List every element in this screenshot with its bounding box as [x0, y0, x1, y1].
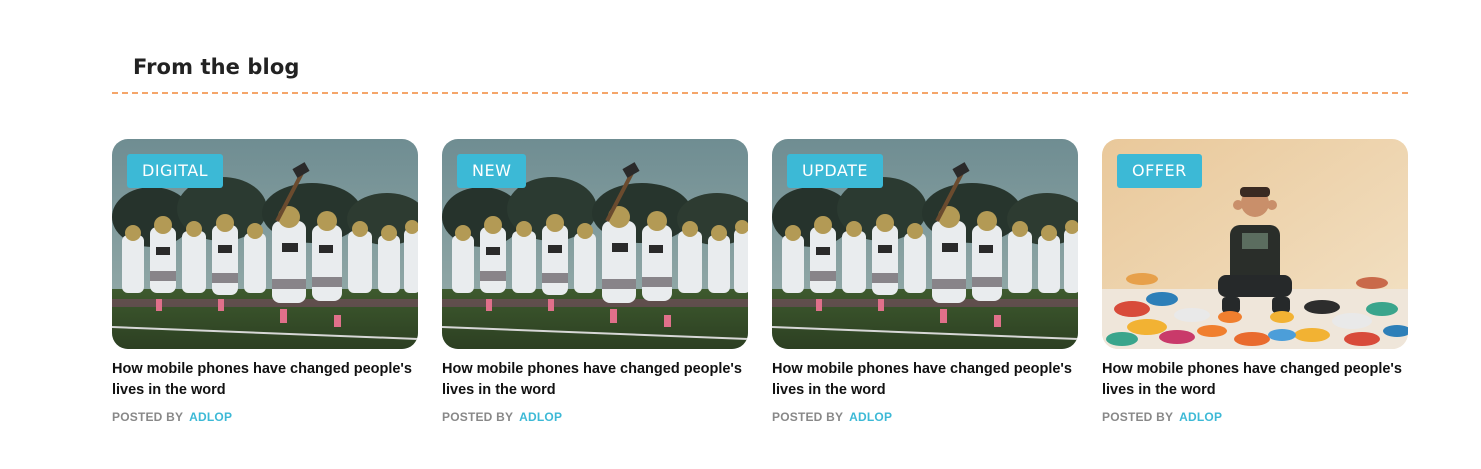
category-tag[interactable]: UPDATE — [787, 154, 883, 188]
blog-card[interactable]: OFFER How mobile phones have changed peo… — [1102, 139, 1408, 439]
category-tag[interactable]: OFFER — [1117, 154, 1202, 188]
blog-card-image[interactable]: NEW — [442, 139, 748, 349]
section-title: From the blog — [133, 55, 300, 79]
author-link[interactable]: ADLOP — [189, 410, 232, 424]
author-link[interactable]: ADLOP — [519, 410, 562, 424]
category-tag[interactable]: NEW — [457, 154, 527, 188]
blog-card-title[interactable]: How mobile phones have changed people's … — [772, 359, 1078, 401]
author-link[interactable]: ADLOP — [849, 410, 892, 424]
author-link[interactable]: ADLOP — [1179, 410, 1222, 424]
posted-by-label: POSTED BY — [772, 410, 844, 424]
blog-section: From the blog DIGITAL How mobile phones … — [112, 0, 1408, 469]
blog-card[interactable]: NEW How mobile phones have changed peopl… — [442, 139, 748, 439]
blog-card-list: DIGITAL How mobile phones have changed p… — [112, 139, 1408, 439]
blog-card-title[interactable]: How mobile phones have changed people's … — [442, 359, 748, 401]
post-meta: POSTED BY ADLOP — [1102, 410, 1222, 424]
category-tag[interactable]: DIGITAL — [127, 154, 224, 188]
blog-card-image[interactable]: DIGITAL — [112, 139, 418, 349]
posted-by-label: POSTED BY — [442, 410, 514, 424]
posted-by-label: POSTED BY — [1102, 410, 1174, 424]
post-meta: POSTED BY ADLOP — [772, 410, 892, 424]
post-meta: POSTED BY ADLOP — [442, 410, 562, 424]
blog-card-image[interactable]: UPDATE — [772, 139, 1078, 349]
section-header: From the blog — [112, 52, 1408, 94]
blog-card[interactable]: DIGITAL How mobile phones have changed p… — [112, 139, 418, 439]
blog-card-title[interactable]: How mobile phones have changed people's … — [1102, 359, 1408, 401]
blog-card-title[interactable]: How mobile phones have changed people's … — [112, 359, 418, 401]
posted-by-label: POSTED BY — [112, 410, 184, 424]
blog-card[interactable]: UPDATE How mobile phones have changed pe… — [772, 139, 1078, 439]
post-meta: POSTED BY ADLOP — [112, 410, 232, 424]
blog-card-image[interactable]: OFFER — [1102, 139, 1408, 349]
